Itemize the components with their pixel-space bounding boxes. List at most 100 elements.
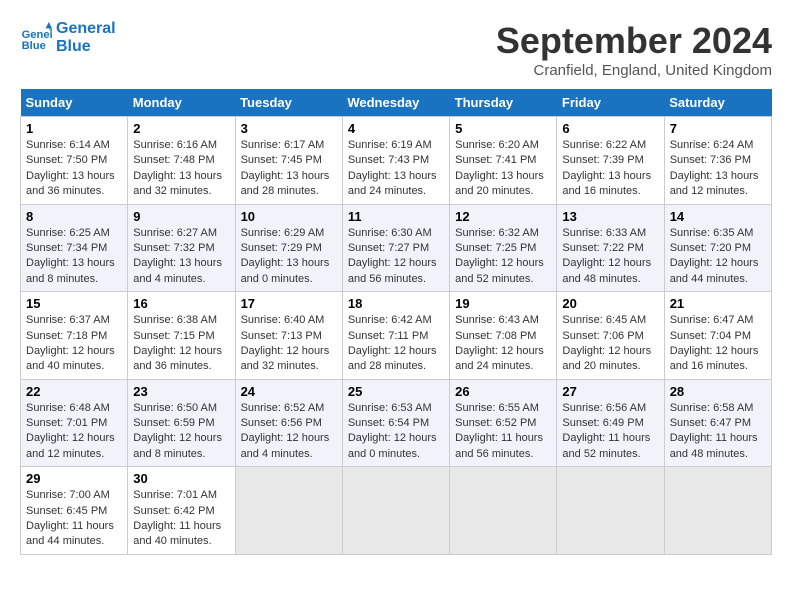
calendar-week-row: 8 Sunrise: 6:25 AMSunset: 7:34 PMDaylight… xyxy=(21,204,772,292)
day-detail: Sunrise: 6:47 AMSunset: 7:04 PMDaylight:… xyxy=(670,313,766,375)
day-detail: Sunrise: 6:52 AMSunset: 6:56 PMDaylight:… xyxy=(241,401,337,463)
day-detail: Sunrise: 6:30 AMSunset: 7:27 PMDaylight:… xyxy=(348,226,444,288)
calendar-cell: 12 Sunrise: 6:32 AMSunset: 7:25 PMDayligh… xyxy=(450,204,557,292)
calendar-cell: 30Sunrise: 7:01 AMSunset: 6:42 PMDayligh… xyxy=(128,467,235,555)
weekday-header: Wednesday xyxy=(342,89,449,117)
title-block: September 2024 Cranfield, England, Unite… xyxy=(496,20,772,79)
calendar-cell: 2 Sunrise: 6:16 AMSunset: 7:48 PMDaylight… xyxy=(128,117,235,205)
day-number: 8 xyxy=(26,209,122,224)
calendar-cell: 26 Sunrise: 6:55 AMSunset: 6:52 PMDayligh… xyxy=(450,379,557,467)
calendar-cell: 18 Sunrise: 6:42 AMSunset: 7:11 PMDayligh… xyxy=(342,292,449,380)
day-detail: Sunrise: 6:33 AMSunset: 7:22 PMDaylight:… xyxy=(562,226,658,288)
day-number: 13 xyxy=(562,209,658,224)
calendar-cell: 20 Sunrise: 6:45 AMSunset: 7:06 PMDayligh… xyxy=(557,292,664,380)
day-number: 25 xyxy=(348,384,444,399)
day-detail: Sunrise: 6:45 AMSunset: 7:06 PMDaylight:… xyxy=(562,313,658,375)
day-detail: Sunrise: 6:55 AMSunset: 6:52 PMDaylight:… xyxy=(455,401,551,463)
day-detail: Sunrise: 6:38 AMSunset: 7:15 PMDaylight:… xyxy=(133,313,229,375)
calendar-week-row: 15Sunrise: 6:37 AMSunset: 7:18 PMDayligh… xyxy=(21,292,772,380)
calendar-cell: 28 Sunrise: 6:58 AMSunset: 6:47 PMDayligh… xyxy=(664,379,771,467)
day-detail: Sunrise: 6:25 AMSunset: 7:34 PMDaylight:… xyxy=(26,226,122,288)
weekday-header: Thursday xyxy=(450,89,557,117)
day-number: 23 xyxy=(133,384,229,399)
calendar-cell: 9Sunrise: 6:27 AMSunset: 7:32 PMDaylight… xyxy=(128,204,235,292)
day-number: 7 xyxy=(670,121,766,136)
day-number: 17 xyxy=(241,296,337,311)
weekday-header: Monday xyxy=(128,89,235,117)
calendar-cell: 11 Sunrise: 6:30 AMSunset: 7:27 PMDayligh… xyxy=(342,204,449,292)
calendar-cell: 10Sunrise: 6:29 AMSunset: 7:29 PMDayligh… xyxy=(235,204,342,292)
day-detail: Sunrise: 6:53 AMSunset: 6:54 PMDaylight:… xyxy=(348,401,444,463)
day-detail: Sunrise: 6:43 AMSunset: 7:08 PMDaylight:… xyxy=(455,313,551,375)
day-detail: Sunrise: 7:00 AMSunset: 6:45 PMDaylight:… xyxy=(26,488,122,550)
calendar-cell: 23 Sunrise: 6:50 AMSunset: 6:59 PMDayligh… xyxy=(128,379,235,467)
day-number: 1 xyxy=(26,121,122,136)
day-detail: Sunrise: 6:22 AMSunset: 7:39 PMDaylight:… xyxy=(562,138,658,200)
calendar-cell: 29 Sunrise: 7:00 AMSunset: 6:45 PMDayligh… xyxy=(21,467,128,555)
day-detail: Sunrise: 6:40 AMSunset: 7:13 PMDaylight:… xyxy=(241,313,337,375)
calendar-cell: 21 Sunrise: 6:47 AMSunset: 7:04 PMDayligh… xyxy=(664,292,771,380)
logo-general: General xyxy=(56,20,116,38)
day-number: 28 xyxy=(670,384,766,399)
day-number: 24 xyxy=(241,384,337,399)
day-number: 2 xyxy=(133,121,229,136)
day-number: 21 xyxy=(670,296,766,311)
calendar-week-row: 29 Sunrise: 7:00 AMSunset: 6:45 PMDayligh… xyxy=(21,467,772,555)
calendar-cell: 17 Sunrise: 6:40 AMSunset: 7:13 PMDayligh… xyxy=(235,292,342,380)
calendar-cell: 25 Sunrise: 6:53 AMSunset: 6:54 PMDayligh… xyxy=(342,379,449,467)
calendar-cell: 24 Sunrise: 6:52 AMSunset: 6:56 PMDayligh… xyxy=(235,379,342,467)
day-detail: Sunrise: 6:50 AMSunset: 6:59 PMDaylight:… xyxy=(133,401,229,463)
logo-blue: Blue xyxy=(56,38,116,56)
calendar-cell: 14 Sunrise: 6:35 AMSunset: 7:20 PMDayligh… xyxy=(664,204,771,292)
day-number: 6 xyxy=(562,121,658,136)
day-number: 18 xyxy=(348,296,444,311)
calendar-cell xyxy=(557,467,664,555)
weekday-header: Sunday xyxy=(21,89,128,117)
calendar-cell: 8 Sunrise: 6:25 AMSunset: 7:34 PMDaylight… xyxy=(21,204,128,292)
day-detail: Sunrise: 6:20 AMSunset: 7:41 PMDaylight:… xyxy=(455,138,551,200)
calendar-cell: 13 Sunrise: 6:33 AMSunset: 7:22 PMDayligh… xyxy=(557,204,664,292)
calendar-cell: 19 Sunrise: 6:43 AMSunset: 7:08 PMDayligh… xyxy=(450,292,557,380)
calendar-cell: 3 Sunrise: 6:17 AMSunset: 7:45 PMDaylight… xyxy=(235,117,342,205)
day-detail: Sunrise: 6:14 AMSunset: 7:50 PMDaylight:… xyxy=(26,138,122,200)
calendar-table: SundayMondayTuesdayWednesdayThursdayFrid… xyxy=(20,89,772,555)
day-number: 14 xyxy=(670,209,766,224)
day-detail: Sunrise: 6:42 AMSunset: 7:11 PMDaylight:… xyxy=(348,313,444,375)
calendar-cell: 5 Sunrise: 6:20 AMSunset: 7:41 PMDaylight… xyxy=(450,117,557,205)
day-detail: Sunrise: 6:17 AMSunset: 7:45 PMDaylight:… xyxy=(241,138,337,200)
day-number: 3 xyxy=(241,121,337,136)
svg-text:General: General xyxy=(22,29,52,41)
location-subtitle: Cranfield, England, United Kingdom xyxy=(496,62,772,79)
day-number: 20 xyxy=(562,296,658,311)
day-detail: Sunrise: 6:58 AMSunset: 6:47 PMDaylight:… xyxy=(670,401,766,463)
day-detail: Sunrise: 6:16 AMSunset: 7:48 PMDaylight:… xyxy=(133,138,229,200)
calendar-cell: 27Sunrise: 6:56 AMSunset: 6:49 PMDayligh… xyxy=(557,379,664,467)
calendar-cell: 22Sunrise: 6:48 AMSunset: 7:01 PMDayligh… xyxy=(21,379,128,467)
weekday-header-row: SundayMondayTuesdayWednesdayThursdayFrid… xyxy=(21,89,772,117)
day-number: 12 xyxy=(455,209,551,224)
calendar-cell xyxy=(235,467,342,555)
day-number: 11 xyxy=(348,209,444,224)
day-detail: Sunrise: 6:32 AMSunset: 7:25 PMDaylight:… xyxy=(455,226,551,288)
day-detail: Sunrise: 6:19 AMSunset: 7:43 PMDaylight:… xyxy=(348,138,444,200)
logo: General Blue General Blue xyxy=(20,20,116,55)
day-number: 5 xyxy=(455,121,551,136)
day-number: 4 xyxy=(348,121,444,136)
calendar-week-row: 1 Sunrise: 6:14 AMSunset: 7:50 PMDaylight… xyxy=(21,117,772,205)
day-detail: Sunrise: 7:01 AMSunset: 6:42 PMDaylight:… xyxy=(133,488,229,550)
day-number: 19 xyxy=(455,296,551,311)
calendar-cell: 4 Sunrise: 6:19 AMSunset: 7:43 PMDaylight… xyxy=(342,117,449,205)
calendar-cell xyxy=(450,467,557,555)
day-detail: Sunrise: 6:48 AMSunset: 7:01 PMDaylight:… xyxy=(26,401,122,463)
calendar-cell: 16Sunrise: 6:38 AMSunset: 7:15 PMDayligh… xyxy=(128,292,235,380)
day-number: 26 xyxy=(455,384,551,399)
page-header: General Blue General Blue September 2024… xyxy=(20,20,772,79)
calendar-cell: 6 Sunrise: 6:22 AMSunset: 7:39 PMDaylight… xyxy=(557,117,664,205)
day-detail: Sunrise: 6:27 AMSunset: 7:32 PMDaylight:… xyxy=(133,226,229,288)
calendar-cell: 15Sunrise: 6:37 AMSunset: 7:18 PMDayligh… xyxy=(21,292,128,380)
weekday-header: Saturday xyxy=(664,89,771,117)
day-detail: Sunrise: 6:35 AMSunset: 7:20 PMDaylight:… xyxy=(670,226,766,288)
day-number: 29 xyxy=(26,471,122,486)
weekday-header: Friday xyxy=(557,89,664,117)
day-detail: Sunrise: 6:37 AMSunset: 7:18 PMDaylight:… xyxy=(26,313,122,375)
